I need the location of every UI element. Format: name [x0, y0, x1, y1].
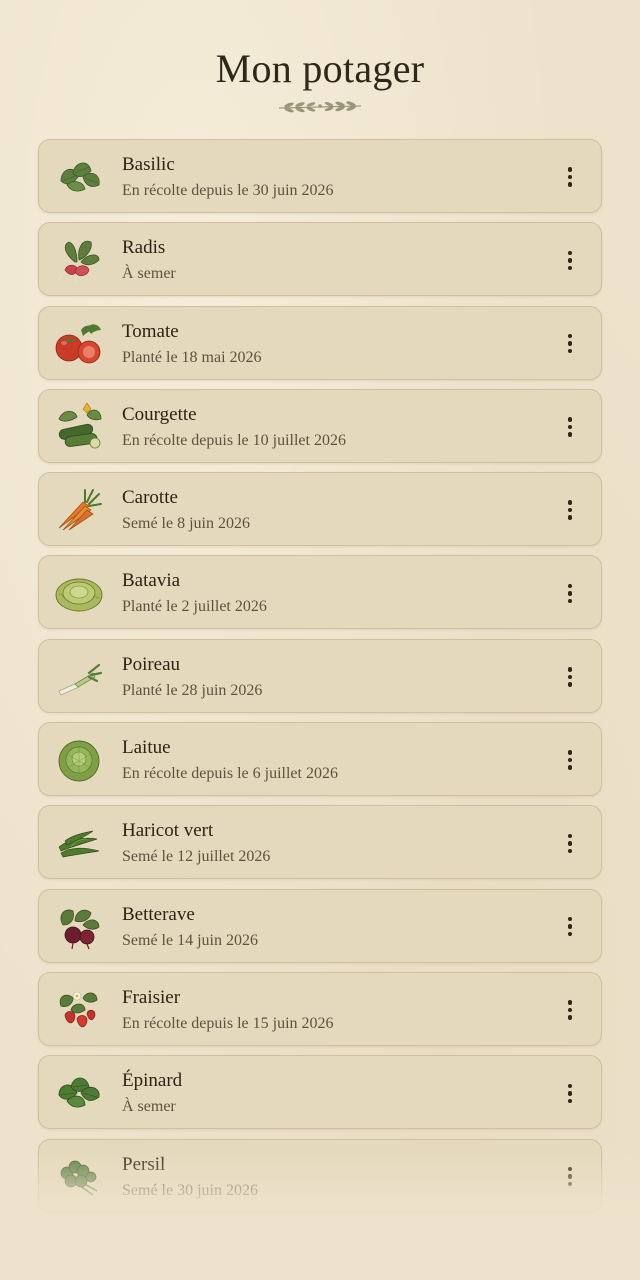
page-header: Mon potager	[0, 0, 640, 140]
list-item[interactable]: Batavia Planté le 2 juillet 2026	[38, 555, 602, 630]
strawberry-icon	[59, 991, 98, 1028]
plant-name: Tomate	[122, 320, 179, 342]
plant-name: Betterave	[122, 903, 195, 925]
plant-name: Persil	[122, 1153, 166, 1175]
basil-icon	[60, 162, 100, 192]
more-options-button[interactable]	[559, 1078, 581, 1108]
plant-status: À semer	[122, 1098, 176, 1116]
plant-name: Radis	[122, 237, 166, 259]
plant-status: Semé le 14 juin 2026	[122, 931, 258, 949]
lettuce-icon	[58, 740, 100, 782]
more-options-button[interactable]	[559, 495, 581, 525]
plant-status: Semé le 30 juin 2026	[122, 1181, 258, 1199]
plant-status: En récolte depuis le 10 juillet 2026	[122, 431, 346, 449]
list-item[interactable]: Fraisier En récolte depuis le 15 juin 20…	[38, 971, 602, 1046]
plant-status: Planté le 18 mai 2026	[122, 348, 262, 366]
list-item[interactable]: Poireau Planté le 28 juin 2026	[38, 638, 602, 713]
plant-name: Épinard	[122, 1070, 183, 1092]
plant-status: Semé le 8 juin 2026	[122, 515, 250, 533]
radish-icon	[58, 241, 100, 285]
list-item[interactable]: Tomate Planté le 18 mai 2026	[38, 305, 602, 380]
list-item[interactable]: Radis À semer	[38, 222, 602, 297]
list-item[interactable]: Betterave Semé le 14 juin 2026	[38, 888, 602, 963]
more-options-button[interactable]	[559, 662, 581, 692]
plant-name: Basilic	[122, 154, 175, 175]
spinach-icon	[58, 1077, 100, 1108]
beetroot-icon	[60, 909, 100, 949]
green-bean-icon	[58, 831, 100, 858]
plant-status: En récolte depuis le 30 juin 2026	[122, 182, 334, 199]
plant-name: Haricot vert	[122, 820, 214, 842]
plant-name: Fraisier	[122, 986, 181, 1008]
more-options-button[interactable]	[559, 245, 581, 275]
list-item[interactable]: Épinard À semer	[38, 1055, 602, 1130]
plant-status: Planté le 28 juin 2026	[122, 681, 263, 699]
plant-status: Semé le 12 juillet 2026	[122, 848, 271, 866]
list-item[interactable]: Persil Semé le 30 juin 2026	[38, 1138, 602, 1213]
plant-status: Planté le 2 juillet 2026	[122, 598, 267, 616]
plant-list: Basilic En récolte depuis le 30 juin 202…	[38, 139, 602, 1222]
more-options-button[interactable]	[559, 1162, 581, 1192]
more-options-button[interactable]	[559, 578, 581, 608]
more-options-button[interactable]	[559, 162, 581, 192]
list-item[interactable]: Haricot vert Semé le 12 juillet 2026	[38, 805, 602, 880]
plant-name: Courgette	[122, 403, 197, 425]
parsley-icon	[60, 1160, 98, 1196]
zucchini-icon	[58, 402, 102, 449]
plant-status: En récolte depuis le 6 juillet 2026	[122, 765, 338, 783]
plant-name: Batavia	[122, 570, 181, 592]
page-title: Mon potager	[215, 46, 425, 91]
carrot-icon	[58, 489, 102, 531]
plant-status: En récolte depuis le 15 juin 2026	[122, 1014, 334, 1032]
plant-name: Carotte	[122, 487, 178, 509]
more-options-button[interactable]	[559, 995, 581, 1025]
list-item[interactable]: Basilic En récolte depuis le 30 juin 202…	[38, 139, 602, 213]
plant-status: À semer	[122, 265, 176, 283]
leaf-sprig-icon	[278, 101, 362, 113]
more-options-button[interactable]	[559, 412, 581, 442]
list-item[interactable]: Courgette En récolte depuis le 10 juille…	[38, 388, 602, 463]
tomato-icon	[55, 323, 101, 363]
batavia-icon	[55, 579, 103, 612]
plant-name: Laitue	[122, 737, 171, 759]
more-options-button[interactable]	[559, 745, 581, 775]
leek-icon	[58, 663, 103, 696]
list-item[interactable]: Laitue En récolte depuis le 6 juillet 20…	[38, 722, 602, 797]
more-options-button[interactable]	[559, 828, 581, 858]
more-options-button[interactable]	[559, 329, 581, 359]
plant-name: Poireau	[122, 653, 181, 675]
more-options-button[interactable]	[559, 912, 581, 942]
list-item[interactable]: Carotte Semé le 8 juin 2026	[38, 472, 602, 547]
